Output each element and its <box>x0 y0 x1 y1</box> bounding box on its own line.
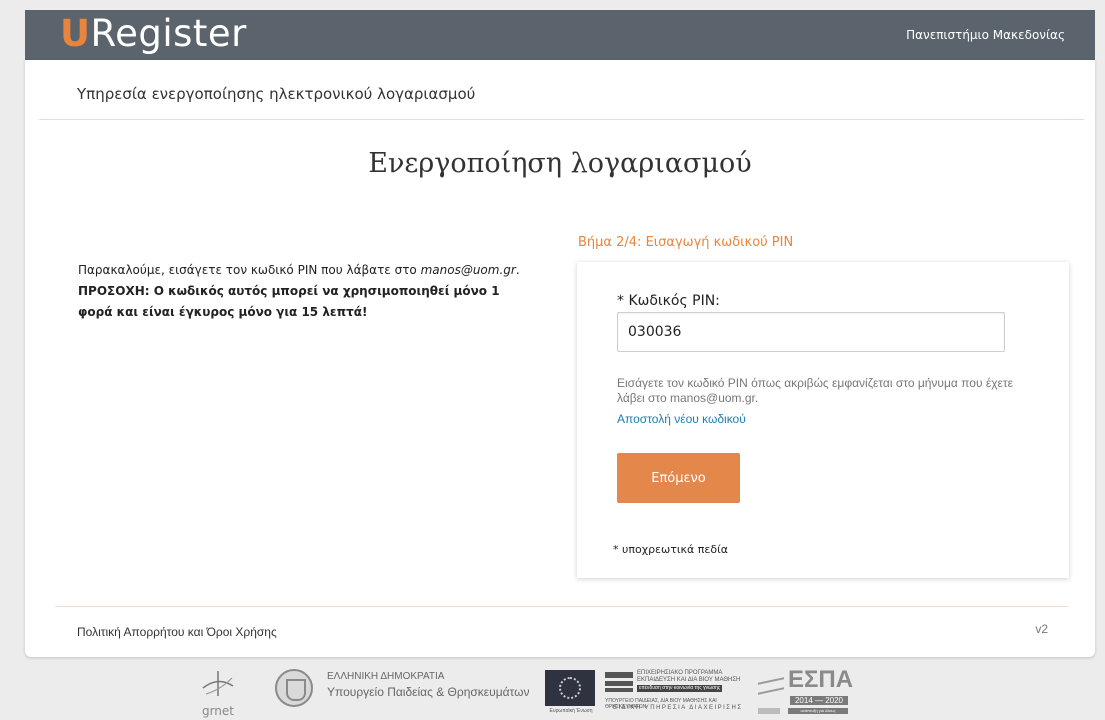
pin-label: * Κωδικός PIN: <box>617 293 720 309</box>
main-card: Υπηρεσία ενεργοποίησης ηλεκτρονικού λογα… <box>25 60 1095 657</box>
instructions-period: . <box>515 263 520 277</box>
espa-tag: ανάπτυξη για όλους <box>788 708 848 714</box>
step-indicator: Βήμα 2/4: Εισαγωγή κωδικού PIN <box>578 235 794 250</box>
instructions-warning: ΠΡΟΣΟΧΗ: Ο κωδικός αυτός μπορεί να χρησι… <box>78 284 500 319</box>
page-title: Ενεργοποίηση λογαριασμού <box>368 148 752 179</box>
eu-stars-icon <box>559 677 581 699</box>
footer-divider <box>55 606 1068 607</box>
pin-instructions: Παρακαλούμε, εισάγετε τον κωδικό PIN που… <box>78 260 538 323</box>
eu-flag-icon <box>545 670 595 706</box>
instructions-email: manos@uom.gr <box>420 263 516 277</box>
grnet-logo: grnet <box>198 668 238 720</box>
gov-line1: ΕΛΛΗΝΙΚΗ ΔΗΜΟΚΡΑΤΙΑ <box>327 671 445 682</box>
espa-wave-icon <box>758 677 784 695</box>
espa-logo: ΕΣΠΑ 2014 — 2020 ανάπτυξη για όλους <box>758 666 853 716</box>
greek-emblem-icon <box>275 669 313 707</box>
pin-input[interactable] <box>617 312 1005 352</box>
resend-code-link[interactable]: Αποστολή νέου κωδικού <box>617 412 746 426</box>
privacy-policy-link[interactable]: Πολιτική Απορρήτου και Όροι Χρήσης <box>77 625 277 639</box>
epan-line2: επένδυση στην κοινωνία της γνώσης <box>637 685 723 692</box>
sponsor-logos: grnet ΕΛΛΗΝΙΚΗ ΔΗΜΟΚΡΑΤΙΑ Υπουργείο Παιδ… <box>0 662 1105 720</box>
epan-line1: ΕΠΙΧΕΙΡΗΣΙΑΚΟ ΠΡΟΓΡΑΜΜΑ ΕΚΠΑΙΔΕΥΣΗ ΚΑΙ Δ… <box>637 670 741 683</box>
grnet-text: grnet <box>201 704 235 718</box>
pin-hint: Εισάγετε τον κωδικό PIN όπως ακριβώς εμφ… <box>617 376 1013 405</box>
uregister-logo[interactable]: URegister <box>60 12 247 55</box>
header-divider <box>39 119 1084 120</box>
epan-line4: ΕΙΔΙΚΗ ΥΠΗΡΕΣΙΑ ΔΙΑΧΕΙΡΙΣΗΣ <box>613 705 743 711</box>
epan-icon <box>605 672 633 692</box>
next-button[interactable]: Επόμενο <box>617 453 740 503</box>
grnet-icon <box>202 671 234 696</box>
epan-logo: ΕΠΙΧΕΙΡΗΣΙΑΚΟ ΠΡΟΓΡΑΜΜΑ ΕΚΠΑΙΔΕΥΣΗ ΚΑΙ Δ… <box>605 670 753 716</box>
espa-text: ΕΣΠΑ <box>788 666 854 693</box>
required-fields-note: * υποχρεωτικά πεδία <box>613 543 729 556</box>
university-name: Πανεπιστήμιο Μακεδονίας <box>906 28 1065 42</box>
gov-line2: Υπουργείο Παιδείας & Θρησκευμάτων <box>327 685 530 699</box>
instructions-text: Παρακαλούμε, εισάγετε τον κωδικό PIN που… <box>78 263 421 277</box>
logo-initial: U <box>60 12 91 55</box>
service-subtitle: Υπηρεσία ενεργοποίησης ηλεκτρονικού λογα… <box>77 85 476 103</box>
pin-form: * Κωδικός PIN: Εισάγετε τον κωδικό PIN ό… <box>577 262 1069 578</box>
top-bar: URegister Πανεπιστήμιο Μακεδονίας <box>25 10 1095 60</box>
version-label: v2 <box>1035 622 1048 636</box>
espa-bar <box>758 708 780 714</box>
eu-label: Ευρωπαϊκή Ένωση <box>549 708 593 714</box>
logo-text: Register <box>90 12 247 55</box>
espa-years: 2014 — 2020 <box>790 696 848 705</box>
